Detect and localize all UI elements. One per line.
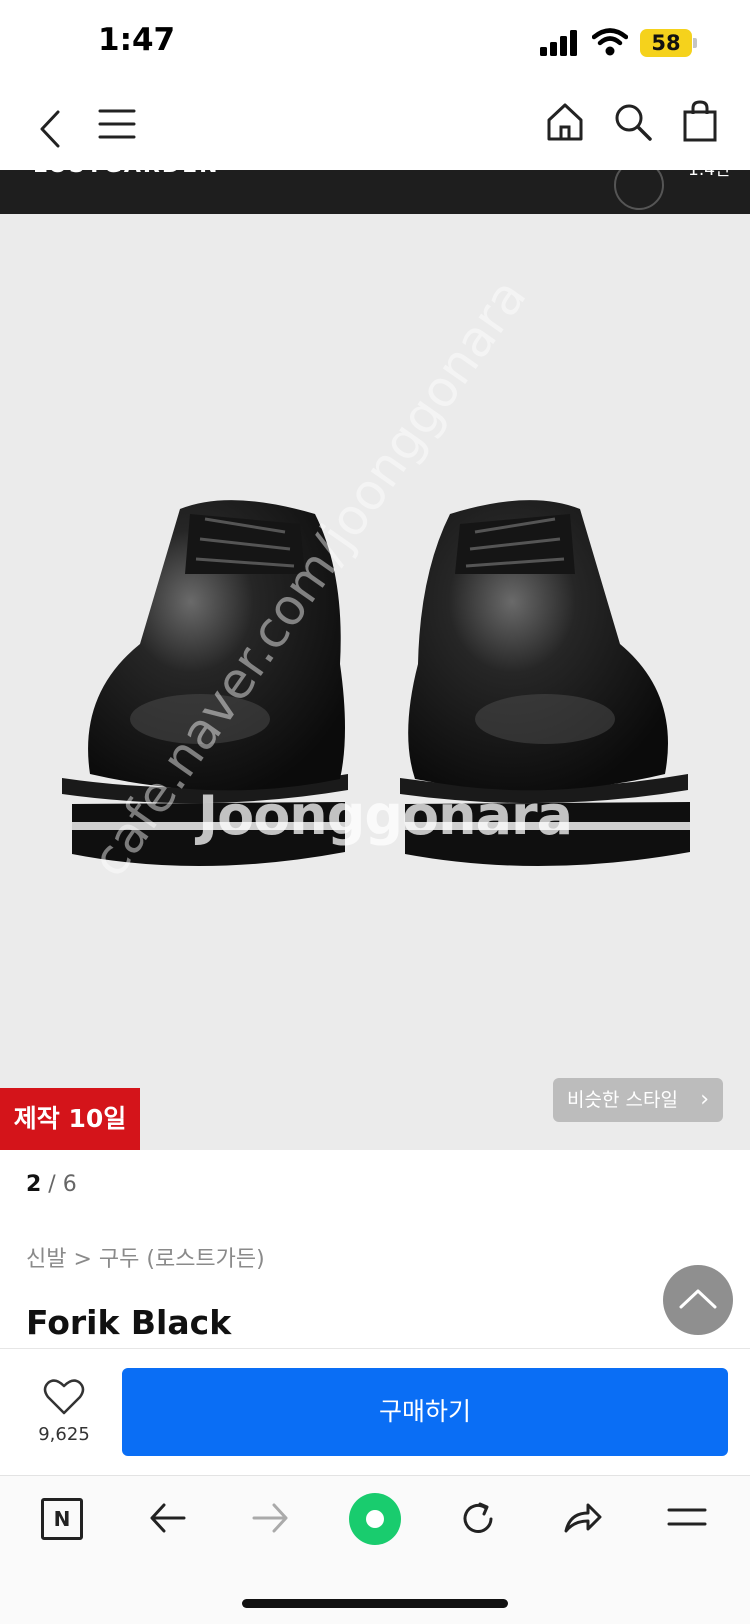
search-icon[interactable] xyxy=(613,102,653,142)
brand-name[interactable]: LOSTGARDEN xyxy=(33,170,220,178)
similar-style-button[interactable]: 비슷한 스타일 › xyxy=(553,1078,723,1122)
status-time: 1:47 xyxy=(98,22,176,58)
counter-separator: / xyxy=(41,1172,63,1197)
scroll-to-top-button[interactable] xyxy=(663,1265,733,1335)
brand-like-icon[interactable] xyxy=(614,170,664,210)
counter-current: 2 xyxy=(26,1172,42,1197)
production-days-badge: 제작 10일 xyxy=(0,1088,140,1150)
battery-tip xyxy=(693,38,697,48)
image-counter: 2 / 6 xyxy=(26,1172,77,1197)
menu-icon[interactable] xyxy=(98,108,136,140)
nav-bar xyxy=(0,88,750,170)
back-arrow-icon[interactable] xyxy=(148,1500,188,1536)
reload-icon[interactable] xyxy=(458,1499,498,1539)
bag-icon[interactable] xyxy=(682,100,718,142)
hamburger-menu-icon[interactable] xyxy=(667,1504,707,1532)
breadcrumb[interactable]: 신발 > 구두 (로스트가든) xyxy=(26,1241,265,1273)
forward-arrow-icon[interactable] xyxy=(250,1500,290,1536)
brand-strip: LOSTGARDEN 1.4만 xyxy=(0,170,750,214)
shoes-image xyxy=(62,500,690,867)
home-indicator xyxy=(242,1599,508,1608)
battery-indicator: 58 xyxy=(640,29,692,57)
signal-icon xyxy=(540,30,577,56)
product-image[interactable]: cafe.naver.com/joonggonara Joonggonara 제… xyxy=(0,214,750,1150)
share-icon[interactable] xyxy=(562,1499,604,1537)
similar-style-label: 비슷한 스타일 xyxy=(567,1089,678,1111)
like-count: 9,625 xyxy=(38,1424,90,1445)
heart-icon[interactable] xyxy=(43,1378,85,1416)
wifi-icon xyxy=(592,28,628,56)
home-icon[interactable] xyxy=(546,102,584,142)
watermark: Joonggonara xyxy=(198,784,573,847)
naver-home-button[interactable]: N xyxy=(41,1498,83,1540)
product-title: Forik Black xyxy=(26,1303,232,1342)
counter-total: 6 xyxy=(62,1172,77,1197)
chevron-up-icon xyxy=(679,1289,717,1309)
chevron-right-icon: › xyxy=(700,1087,709,1112)
buy-button[interactable]: 구매하기 xyxy=(122,1368,728,1456)
back-icon[interactable] xyxy=(34,108,66,150)
brand-like-count: 1.4만 xyxy=(688,170,731,180)
green-dot-center xyxy=(366,1510,384,1528)
